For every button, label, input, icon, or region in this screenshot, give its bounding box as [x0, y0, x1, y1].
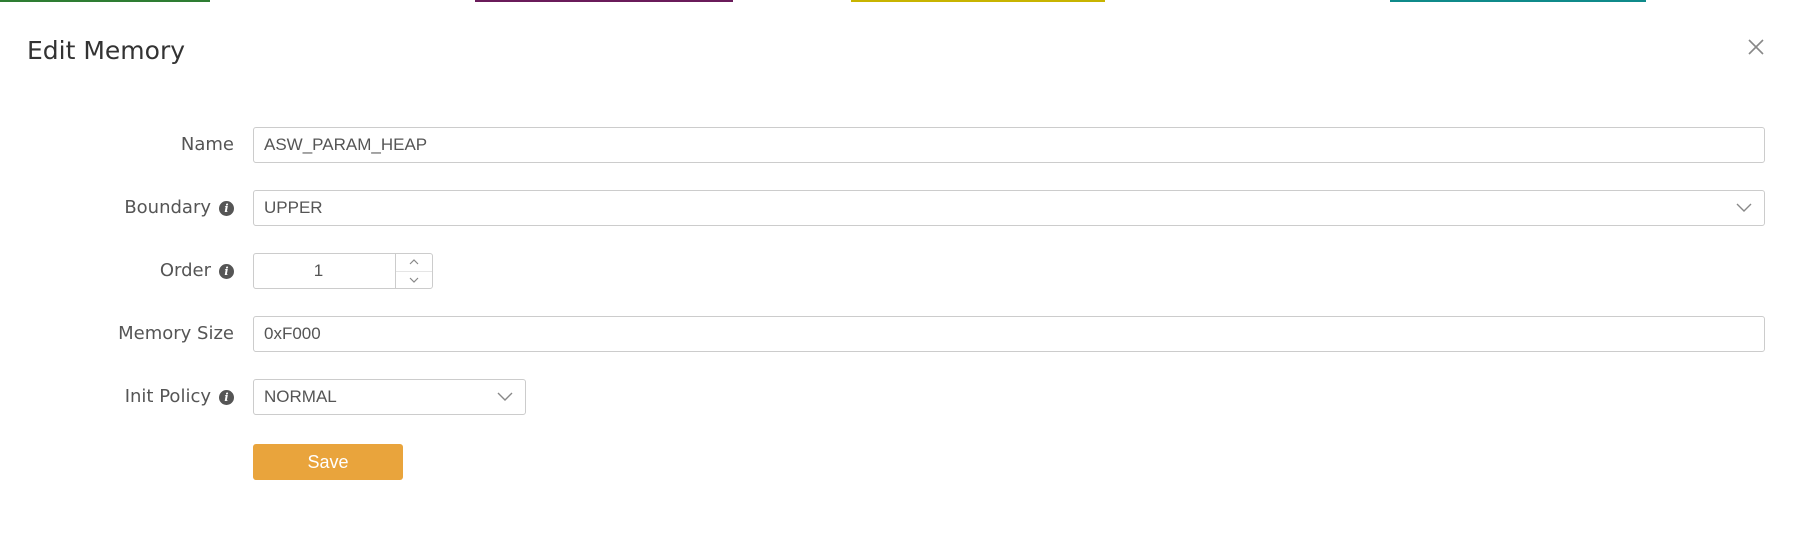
chevron-down-icon — [409, 277, 419, 283]
order-label-text: Order — [159, 260, 211, 281]
form-row-order: Order i 1 — [0, 253, 1794, 289]
boundary-label-text: Boundary — [124, 197, 211, 218]
init-policy-select[interactable]: NORMAL — [253, 379, 526, 415]
order-increment-button[interactable] — [396, 254, 432, 271]
chevron-up-icon — [409, 259, 419, 265]
memory-size-label-text: Memory Size — [118, 323, 234, 344]
boundary-label: Boundary i — [124, 190, 234, 226]
form-row-init-policy: Init Policy i NORMAL — [0, 379, 1794, 415]
info-icon[interactable]: i — [219, 200, 234, 216]
chevron-down-icon — [497, 392, 513, 401]
order-value[interactable]: 1 — [254, 254, 395, 288]
order-decrement-button[interactable] — [396, 270, 432, 289]
init-policy-label-text: Init Policy — [124, 386, 211, 407]
save-button[interactable]: Save — [253, 444, 403, 480]
edit-memory-dialog: Edit Memory Name ASW_PARAM_HEAP Boundary… — [0, 2, 1794, 548]
form-row-boundary: Boundary i UPPER — [0, 190, 1794, 226]
boundary-select-value: UPPER — [264, 198, 323, 217]
name-input[interactable]: ASW_PARAM_HEAP — [253, 127, 1765, 163]
form-row-name: Name ASW_PARAM_HEAP — [0, 127, 1794, 163]
close-button[interactable] — [1746, 37, 1766, 57]
info-icon[interactable]: i — [219, 263, 234, 279]
boundary-select[interactable]: UPPER — [253, 190, 1765, 226]
name-label: Name — [181, 127, 234, 163]
memory-size-input[interactable]: 0xF000 — [253, 316, 1765, 352]
memory-size-label: Memory Size — [118, 316, 234, 352]
order-stepper-buttons — [395, 254, 432, 288]
init-policy-select-value: NORMAL — [264, 387, 337, 406]
init-policy-label: Init Policy i — [125, 379, 234, 415]
info-icon[interactable]: i — [219, 389, 234, 405]
close-icon — [1748, 39, 1764, 55]
form-row-memory-size: Memory Size 0xF000 — [0, 316, 1794, 352]
order-stepper[interactable]: 1 — [253, 253, 433, 289]
order-label: Order i — [160, 253, 234, 289]
dialog-title: Edit Memory — [27, 36, 186, 65]
name-label-text: Name — [180, 134, 234, 155]
chevron-down-icon — [1736, 203, 1752, 212]
